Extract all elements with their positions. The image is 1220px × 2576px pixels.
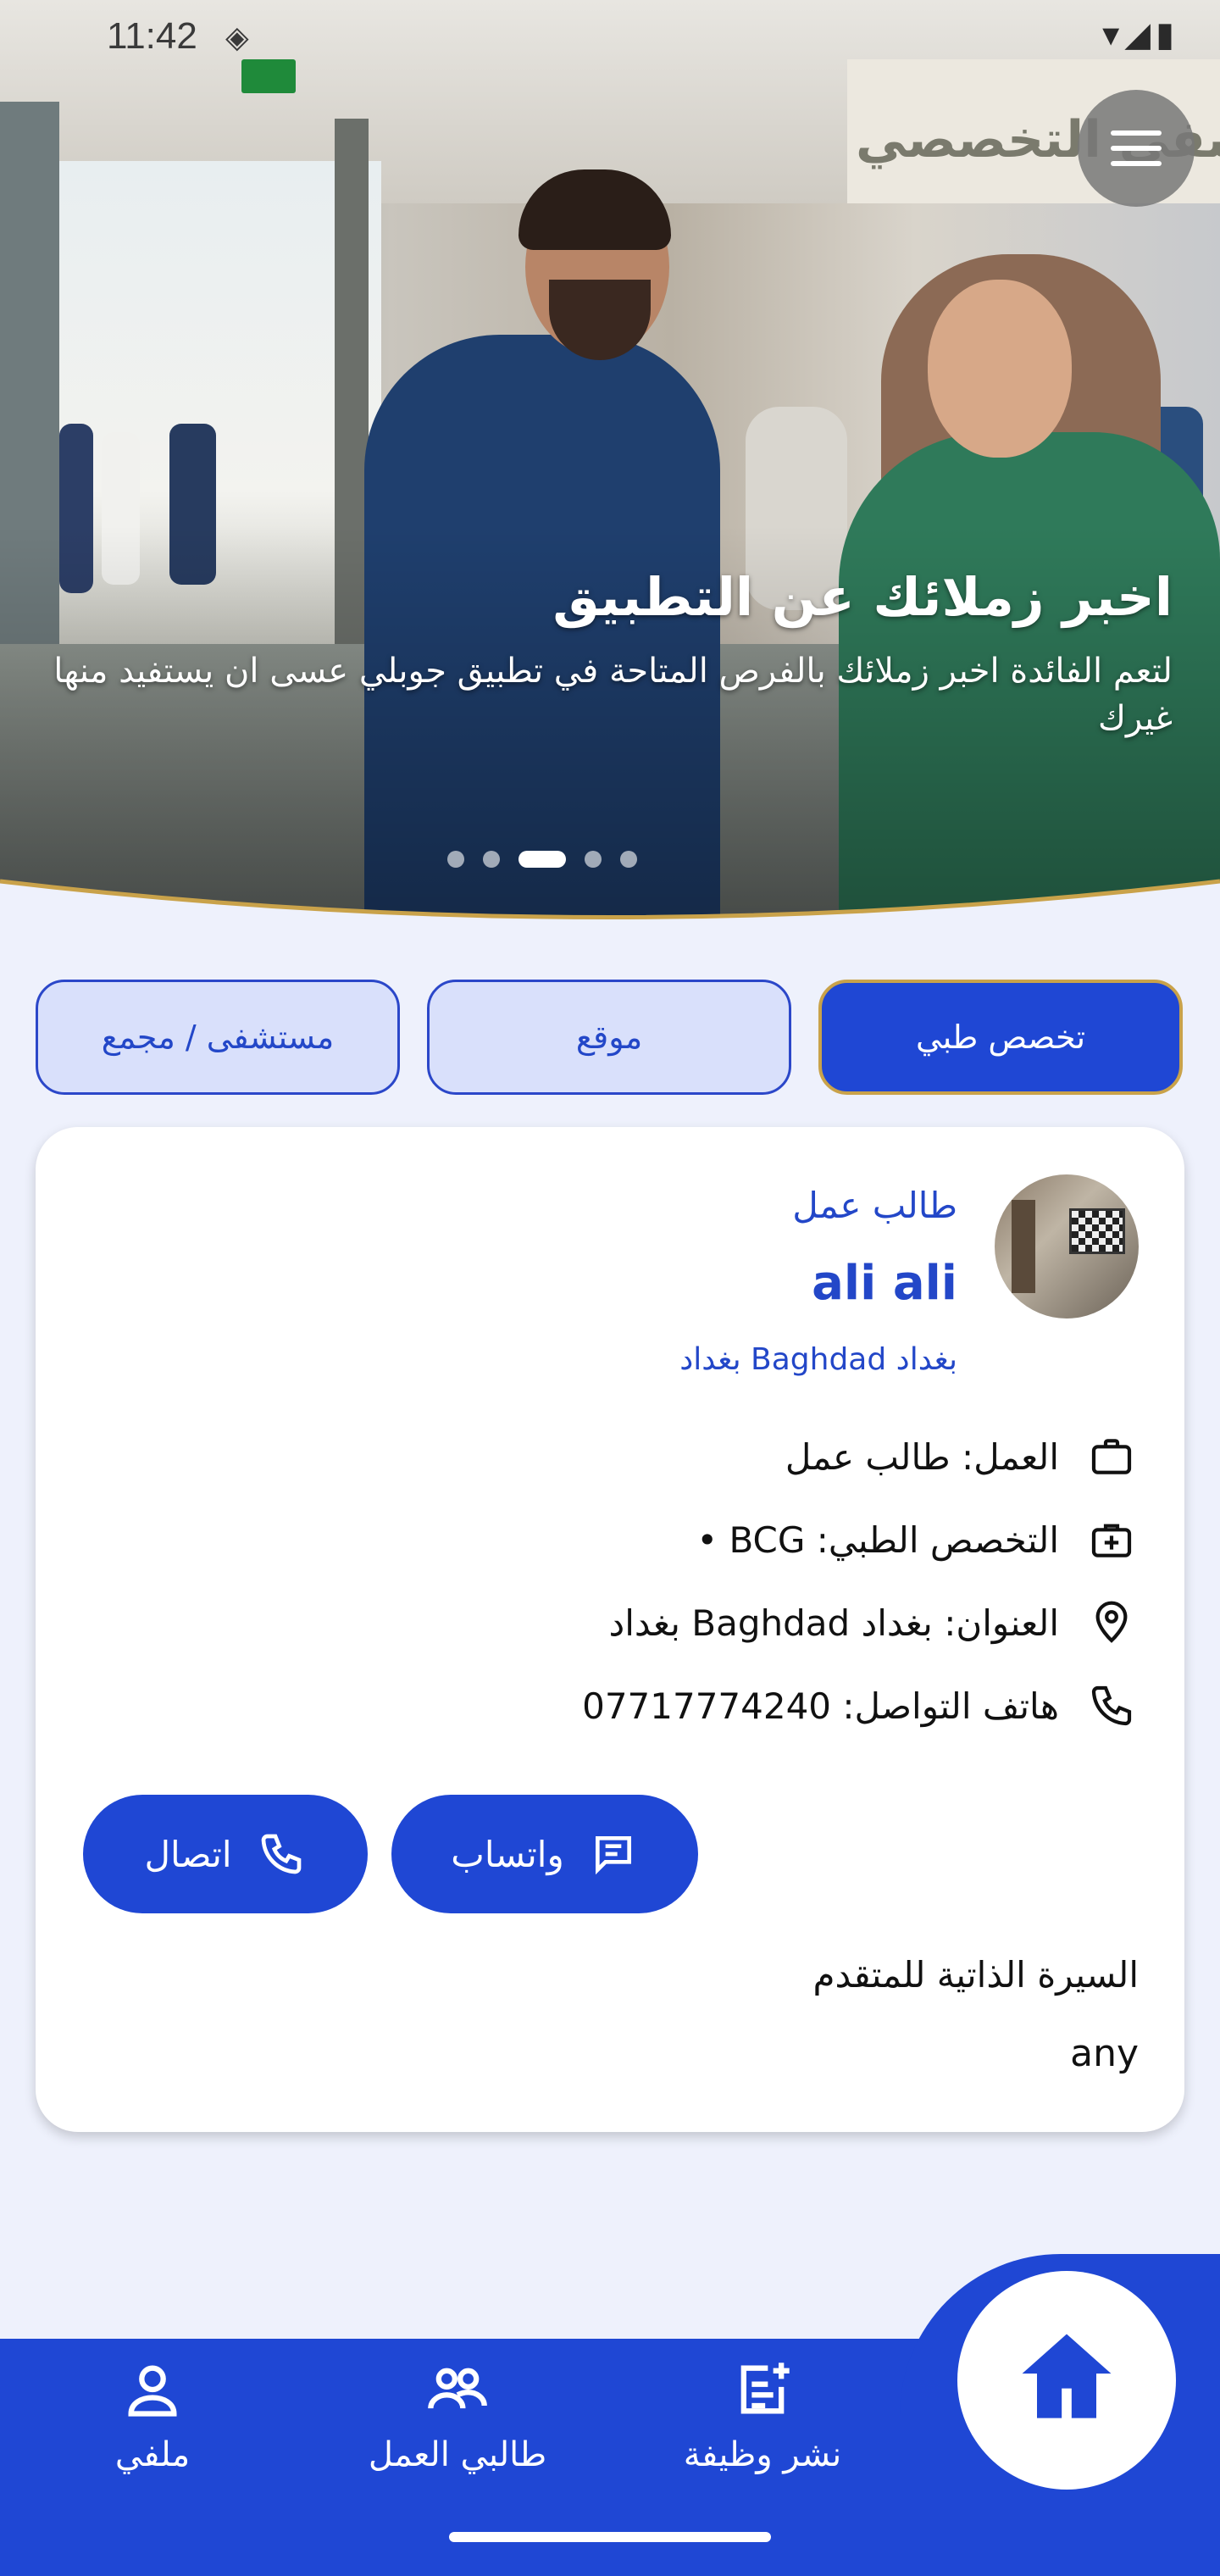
carousel-dot[interactable] — [585, 851, 602, 868]
nav-profile[interactable]: ملفي — [42, 2357, 263, 2474]
avatar — [995, 1174, 1139, 1319]
seeker-role: طالب عمل — [792, 1185, 957, 1226]
nav-post-job-label: نشر وظيفة — [683, 2435, 842, 2474]
person-icon — [120, 2357, 185, 2422]
hero-subtitle: لتعم الفائدة اخبر زملائك بالفرص المتاحة … — [53, 652, 1173, 738]
menu-icon — [1111, 130, 1162, 136]
call-button[interactable]: اتصال — [83, 1795, 368, 1913]
info-job-text: العمل: طالب عمل — [785, 1435, 1059, 1478]
seeker-name: ali ali — [812, 1256, 957, 1311]
filter-specialty-label: تخصص طبي — [915, 1019, 1086, 1056]
nav-job-seekers-label: طالبي العمل — [368, 2435, 547, 2474]
phone-icon — [1084, 1679, 1139, 1733]
carousel-dot-active[interactable] — [518, 851, 566, 868]
nav-post-job[interactable]: نشر وظيفة — [652, 2357, 873, 2474]
filter-specialty-tab[interactable]: تخصص طبي — [818, 980, 1183, 1095]
menu-icon — [1111, 161, 1162, 166]
post-add-icon — [730, 2357, 795, 2422]
carousel-dots — [0, 851, 1220, 868]
filter-hospital-tab[interactable]: مستشفى / مجمع — [36, 980, 400, 1095]
menu-icon — [1111, 146, 1162, 151]
whatsapp-label: واتساب — [451, 1833, 564, 1875]
filter-location-tab[interactable]: موقع — [427, 980, 791, 1095]
info-row-specialty: التخصص الطبي: BCG • — [696, 1510, 1139, 1569]
info-row-job: العمل: طالب عمل — [785, 1427, 1139, 1486]
filter-location-label: موقع — [575, 1019, 643, 1056]
info-row-address: العنوان: بغداد Baghdad بغداد — [609, 1593, 1139, 1652]
status-settings-icon: ◈ — [225, 20, 249, 55]
seeker-location: بغداد Baghdad بغداد — [679, 1342, 957, 1377]
status-time: 11:42 — [107, 15, 197, 57]
location-pin-icon — [1084, 1596, 1139, 1650]
carousel-dot[interactable] — [447, 851, 464, 868]
info-row-phone[interactable]: هاتف التواصل: 07717774240 — [582, 1676, 1139, 1735]
nav-profile-label: ملفي — [114, 2435, 191, 2474]
home-icon — [1007, 2319, 1126, 2441]
filter-hospital-label: مستشفى / مجمع — [101, 1019, 335, 1056]
carousel-dot[interactable] — [620, 851, 637, 868]
status-signal-battery-icons: ▾◢▮ — [1102, 15, 1179, 54]
home-button[interactable] — [957, 2271, 1176, 2490]
cv-label: السيرة الذاتية للمتقدم — [812, 1954, 1139, 1996]
exit-sign — [241, 59, 296, 93]
group-icon — [425, 2357, 490, 2422]
avatar-photo-detail — [1012, 1200, 1035, 1293]
phone-icon — [256, 1829, 307, 1879]
whatsapp-button[interactable]: واتساب — [391, 1795, 698, 1913]
hero-wave-divider — [0, 879, 1220, 949]
info-address-text: العنوان: بغداد Baghdad بغداد — [608, 1602, 1059, 1644]
nav-job-seekers[interactable]: طالبي العمل — [347, 2357, 568, 2474]
hero-nurse-face — [928, 280, 1072, 458]
hero-title: اخبر زملائك عن التطبيق — [552, 566, 1173, 628]
cv-value: any — [1070, 2032, 1139, 2075]
menu-button[interactable] — [1078, 90, 1195, 207]
briefcase-icon — [1084, 1430, 1139, 1484]
info-phone-text: هاتف التواصل: 07717774240 — [582, 1685, 1059, 1727]
call-label: اتصال — [144, 1833, 232, 1875]
avatar-photo-detail — [1069, 1208, 1125, 1254]
hero-banner[interactable]: شفى التخصصي 11:42 ◈ ▾◢▮ اخبر زملائك عن ا… — [0, 0, 1220, 919]
home-indicator[interactable] — [449, 2532, 771, 2542]
message-icon — [588, 1829, 639, 1879]
carousel-dot[interactable] — [483, 851, 500, 868]
medical-bag-icon — [1084, 1513, 1139, 1567]
info-specialty-text: التخصص الطبي: BCG • — [696, 1518, 1059, 1561]
